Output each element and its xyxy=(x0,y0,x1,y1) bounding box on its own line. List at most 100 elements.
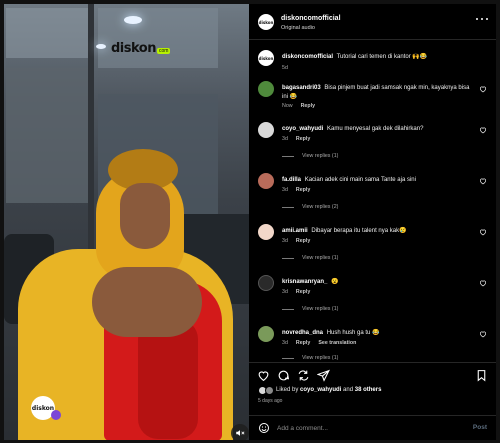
comment-text: bagasandri03 Bisa pinjem buat jadi samsa… xyxy=(282,84,477,101)
comment-username[interactable]: fa.dilla xyxy=(282,177,301,183)
mute-button[interactable] xyxy=(231,424,249,440)
comment-item: coyo_wahyudi Kamu menyesal gak dek dilah… xyxy=(249,122,496,166)
commenter-avatar[interactable] xyxy=(258,122,274,138)
view-replies-button[interactable]: View replies (1) xyxy=(282,153,338,159)
likes-summary[interactable]: Liked by coyo_wahyudi and 38 others xyxy=(249,384,496,398)
caption-text: diskoncomofficial Tutorial cari temen di… xyxy=(282,53,477,62)
more-options-icon[interactable] xyxy=(476,18,488,22)
reply-button[interactable]: Reply xyxy=(301,103,315,109)
replies-divider xyxy=(282,357,294,359)
face xyxy=(120,183,170,249)
post-header: diskon diskoncomofficial Original audio xyxy=(249,4,496,40)
comment-text: krisnawanryan_ 😮 xyxy=(282,278,477,287)
bag-shadow xyxy=(138,319,198,439)
replies-divider xyxy=(282,308,294,310)
author-username[interactable]: diskoncomofficial xyxy=(281,15,341,22)
view-replies-label: View replies (1) xyxy=(302,306,339,312)
view-replies-button[interactable]: View replies (2) xyxy=(282,204,338,210)
view-replies-button[interactable]: View replies (1) xyxy=(282,255,338,261)
commenter-avatar[interactable] xyxy=(258,81,274,97)
brand-watermark-logo: diskon com xyxy=(111,41,171,56)
caption-time: 5d xyxy=(282,65,288,71)
comment-item: novredha_dna Hush hush ga tu 😂 3d Reply … xyxy=(249,326,496,362)
commenter-avatar[interactable] xyxy=(258,326,274,342)
liker-avatar xyxy=(265,386,274,395)
repost-icon[interactable] xyxy=(297,369,310,382)
badge-dot xyxy=(51,410,61,420)
comment-body: Dibayar berapa itu talent nya kak😢 xyxy=(311,228,407,234)
reply-button[interactable]: Reply xyxy=(296,187,310,193)
reply-button[interactable]: Reply xyxy=(296,136,310,142)
caption-username[interactable]: diskoncomofficial xyxy=(282,54,333,60)
commenter-avatar[interactable] xyxy=(258,224,274,240)
share-send-icon[interactable] xyxy=(317,369,330,382)
speaker-muted-icon xyxy=(236,430,245,436)
comment-username[interactable]: novredha_dna xyxy=(282,330,323,336)
video-player[interactable]: diskon com diskon xyxy=(4,4,249,440)
caption-meta: 5d xyxy=(282,65,288,71)
commenter-avatar[interactable] xyxy=(258,275,274,291)
ceiling-light xyxy=(96,44,106,49)
comment-bubble-icon[interactable] xyxy=(277,369,290,382)
comment-username[interactable]: amii.amii xyxy=(282,228,308,234)
reply-button[interactable]: Reply xyxy=(296,340,310,346)
likes-user[interactable]: coyo_wahyudi xyxy=(300,387,341,393)
logo-sub: com xyxy=(156,48,171,54)
post-actions-bar xyxy=(249,362,496,382)
like-comment-heart-icon[interactable] xyxy=(479,177,487,185)
replies-divider xyxy=(282,155,294,157)
like-comment-heart-icon[interactable] xyxy=(479,279,487,287)
author-avatar[interactable]: diskon xyxy=(258,14,274,30)
comment-time: 3d xyxy=(282,136,288,142)
comment-username[interactable]: coyo_wahyudi xyxy=(282,126,323,132)
comment-item: amii.amii Dibayar berapa itu talent nya … xyxy=(249,224,496,268)
comment-meta: Now Reply xyxy=(282,103,315,109)
add-comment-input[interactable] xyxy=(277,421,447,435)
post-modal: diskon com diskon diskon diskoncomoffici… xyxy=(0,0,500,443)
comment-item: bagasandri03 Bisa pinjem buat jadi samsa… xyxy=(249,81,496,115)
comment-time: 3d xyxy=(282,340,288,346)
comment-time: Now xyxy=(282,103,293,109)
audio-label[interactable]: Original audio xyxy=(281,25,315,31)
comment-body: 😮 xyxy=(331,279,339,285)
comment-item: fa.dilla Kacian adek cini main sama Tant… xyxy=(249,173,496,217)
comment-time: 3d xyxy=(282,187,288,193)
background-window xyxy=(98,8,218,68)
comment-meta: 3d Reply xyxy=(282,136,310,142)
reply-button[interactable]: Reply xyxy=(296,289,310,295)
replies-divider xyxy=(282,257,294,259)
like-heart-icon[interactable] xyxy=(257,369,270,382)
view-replies-button[interactable]: View replies (1) xyxy=(282,306,338,312)
emoji-icon[interactable] xyxy=(258,422,270,434)
comment-username[interactable]: bagasandri03 xyxy=(282,85,321,91)
likes-others[interactable]: 38 others xyxy=(355,387,382,393)
post-comment-button[interactable]: Post xyxy=(473,424,487,431)
creator-badge-label: diskon xyxy=(31,404,55,412)
comment-composer: Post xyxy=(249,415,496,440)
comment-body: Kacian adek cini main sama Tante aja sin… xyxy=(304,177,416,183)
post-timestamp[interactable]: 5 days ago xyxy=(258,398,282,404)
reply-button[interactable]: Reply xyxy=(296,238,310,244)
see-translation-button[interactable]: See translation xyxy=(318,340,356,346)
view-replies-button[interactable]: View replies (1) xyxy=(282,355,338,361)
like-comment-heart-icon[interactable] xyxy=(479,228,487,236)
comment-username[interactable]: krisnawanryan_ xyxy=(282,279,327,285)
comment-item: krisnawanryan_ 😮 3d Reply View replies (… xyxy=(249,275,496,319)
author-avatar[interactable]: diskon xyxy=(258,50,274,66)
comment-text: coyo_wahyudi Kamu menyesal gak dek dilah… xyxy=(282,125,477,134)
replies-divider xyxy=(282,206,294,208)
likes-joiner: and xyxy=(343,387,354,393)
commenter-avatar[interactable] xyxy=(258,173,274,189)
comment-text: novredha_dna Hush hush ga tu 😂 xyxy=(282,329,477,338)
like-comment-heart-icon[interactable] xyxy=(479,126,487,134)
like-comment-heart-icon[interactable] xyxy=(479,85,487,93)
comment-meta: 3d Reply xyxy=(282,289,310,295)
like-comment-heart-icon[interactable] xyxy=(479,330,487,338)
avatar-label: diskon xyxy=(258,55,274,61)
creator-avatar-badge[interactable]: diskon xyxy=(31,396,61,420)
comment-time: 3d xyxy=(282,238,288,244)
view-replies-label: View replies (1) xyxy=(302,255,339,261)
save-bookmark-icon[interactable] xyxy=(475,369,488,382)
comment-thread[interactable]: diskon diskoncomofficial Tutorial cari t… xyxy=(249,40,496,362)
comments-panel: diskon diskoncomofficial Original audio … xyxy=(249,4,496,440)
